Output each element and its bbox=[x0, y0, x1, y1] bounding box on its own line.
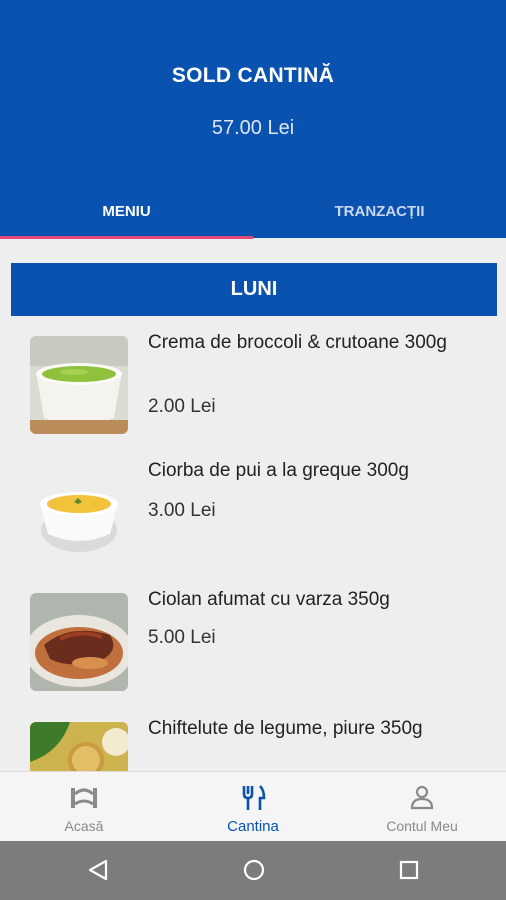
menu-item[interactable]: Ciolan afumat cu varza 350g 5.00 Lei bbox=[0, 587, 506, 699]
page-title: SOLD CANTINĂ bbox=[171, 64, 335, 87]
dish-name: Crema de broccoli & crutoane 300g bbox=[148, 332, 447, 353]
menu-item[interactable]: Ciorba de pui a la greque 300g 3.00 Lei bbox=[0, 458, 506, 570]
nav-label: Acasă bbox=[64, 818, 104, 834]
tab-tranzactii[interactable]: TRANZACȚII bbox=[253, 203, 506, 220]
system-navigation-bar bbox=[0, 841, 506, 900]
menu-item[interactable]: Crema de broccoli & crutoane 300g 2.00 L… bbox=[0, 330, 506, 442]
balance-header: SOLD CANTINĂ 57.00 Lei MENIU TRANZACȚII bbox=[0, 0, 506, 239]
day-header: LUNI bbox=[11, 263, 497, 316]
fork-knife-icon bbox=[240, 784, 266, 817]
tab-meniu[interactable]: MENIU bbox=[0, 203, 253, 220]
recents-icon[interactable] bbox=[397, 858, 421, 887]
dish-image bbox=[30, 722, 128, 771]
dish-price: 5.00 Lei bbox=[148, 627, 216, 648]
dish-price: 3.00 Lei bbox=[148, 500, 216, 521]
bottom-navigation: Acasă Cantina Contul Meu bbox=[0, 771, 506, 842]
dish-image bbox=[30, 593, 128, 691]
menu-item[interactable]: Chiftelute de legume, piure 350g bbox=[0, 716, 506, 771]
dish-name: Ciolan afumat cu varza 350g bbox=[148, 589, 390, 610]
home-circle-icon[interactable] bbox=[242, 858, 266, 887]
dish-image bbox=[30, 464, 128, 562]
nav-cantina[interactable]: Cantina bbox=[169, 772, 337, 842]
home-gate-icon bbox=[69, 784, 99, 815]
tab-indicator bbox=[0, 236, 253, 239]
dish-name: Ciorba de pui a la greque 300g bbox=[148, 460, 409, 481]
balance-amount: 57.00 Lei bbox=[211, 117, 295, 139]
back-icon[interactable] bbox=[86, 858, 110, 887]
nav-label: Contul Meu bbox=[386, 818, 458, 834]
nav-contul-meu[interactable]: Contul Meu bbox=[338, 772, 506, 842]
person-icon bbox=[409, 784, 435, 815]
nav-acasa[interactable]: Acasă bbox=[0, 772, 168, 842]
dish-image bbox=[30, 336, 128, 434]
dish-price: 2.00 Lei bbox=[148, 396, 216, 417]
dish-name: Chiftelute de legume, piure 350g bbox=[148, 718, 423, 739]
nav-label: Cantina bbox=[227, 818, 279, 835]
